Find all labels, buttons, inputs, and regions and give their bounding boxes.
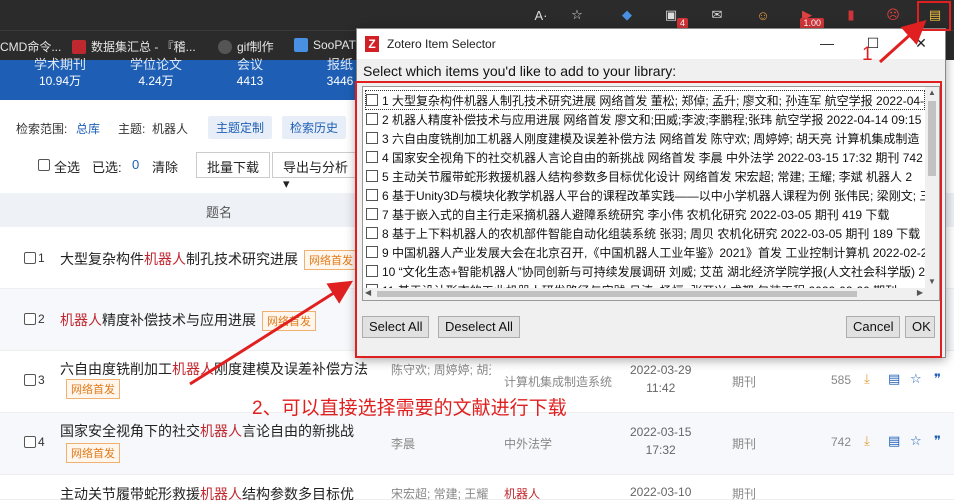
- annotation-box-extension: [917, 1, 951, 31]
- select-all-checkbox[interactable]: [38, 159, 50, 171]
- monkey-extension-icon[interactable]: ☺: [752, 4, 774, 26]
- downloads-cell: 742: [831, 435, 852, 449]
- scope-range[interactable]: 总库: [76, 120, 100, 137]
- favorite-icon[interactable]: ☆: [566, 4, 588, 26]
- zotero-logo-icon: Z: [365, 36, 379, 52]
- bookmark-datasets[interactable]: 数据集汇总 - 『稽...: [72, 38, 196, 55]
- row-index: 3: [38, 373, 45, 387]
- search-scope: 检索范围: 总库 主题: 机器人 主题定制 检索历史: [0, 112, 360, 140]
- favorite-add-icon[interactable]: ☆: [910, 433, 922, 449]
- topic-value: 机器人: [152, 122, 189, 136]
- html-read-icon[interactable]: ▤: [888, 433, 900, 449]
- type-cell: 期刊: [732, 487, 757, 501]
- table-row: 4 国家安全视角下的社交机器人言论自由的新挑战 网络首发 李晨 中外法学 202…: [0, 413, 954, 475]
- favorite-add-icon[interactable]: ☆: [910, 371, 922, 387]
- database-stats-bar: 学术期刊 10.94万 学位论文 4.24万 会议 4413 报纸 3446: [0, 58, 360, 100]
- results-toolbar: 全选 已选: 0 清除 批量下载 导出与分析 ▾: [0, 148, 360, 191]
- table-row: 主动关节履带蛇形救援机器人结构参数多目标优 宋宏超; 常建; 王耀 机器人 20…: [0, 475, 954, 502]
- export-analysis-button[interactable]: 导出与分析 ▾: [272, 152, 360, 191]
- annotation-step2: 2、可以直接选择需要的文献进行下载: [252, 398, 567, 419]
- type-cell: 期刊: [732, 437, 757, 451]
- result-title[interactable]: 主动关节履带蛇形救援机器人结构参数多目标优: [60, 484, 354, 504]
- clear-button[interactable]: 清除: [152, 157, 178, 176]
- minimize-icon[interactable]: —: [817, 33, 837, 53]
- cite-icon[interactable]: ❞: [934, 371, 941, 387]
- source-cell[interactable]: 机器人: [504, 485, 540, 502]
- camera-extension-icon[interactable]: ▣ 4: [660, 4, 688, 29]
- row-index: 4: [38, 435, 45, 449]
- source-cell[interactable]: 计算机集成制造系统: [504, 373, 612, 390]
- online-first-tag: 网络首发: [304, 250, 358, 270]
- online-first-tag: 网络首发: [262, 311, 316, 331]
- annotation-step1: 1: [862, 44, 873, 65]
- row-checkbox[interactable]: [24, 436, 36, 448]
- date-cell: 2022-03-10: [630, 485, 692, 499]
- media-extension-icon[interactable]: ▶ 1.00: [796, 4, 824, 29]
- topic-label: 主题:: [118, 122, 146, 136]
- row-checkbox[interactable]: [24, 374, 36, 386]
- selected-label: 已选:: [92, 160, 122, 175]
- online-first-tag: 网络首发: [66, 379, 120, 399]
- gif-icon: [218, 39, 232, 54]
- bookmark-gif[interactable]: gif制作: [218, 38, 274, 55]
- result-title[interactable]: 机器人精度补偿技术与应用进展 网络首发: [60, 310, 316, 331]
- soopat-icon: [294, 38, 308, 52]
- dialog-title: Zotero Item Selector: [387, 37, 496, 51]
- dialog-prompt: Select which items you'd like to add to …: [363, 63, 677, 79]
- html-read-icon[interactable]: ▤: [888, 371, 900, 387]
- scope-label: 检索范围:: [16, 122, 68, 136]
- authors-cell[interactable]: 陈守欢; 周婷婷; 胡天亮: [391, 361, 491, 378]
- type-cell: 期刊: [732, 375, 757, 389]
- row-checkbox[interactable]: [24, 313, 36, 325]
- select-all-label: 全选: [54, 160, 81, 175]
- authors-cell[interactable]: 宋宏超; 常建; 王耀: [391, 485, 488, 502]
- datasets-icon: [72, 39, 86, 54]
- row-index: 2: [38, 312, 45, 326]
- face-extension-icon[interactable]: ☹: [882, 4, 904, 26]
- close-icon[interactable]: ✕: [911, 33, 931, 53]
- mail-extension-icon[interactable]: ✉: [706, 4, 728, 26]
- online-first-tag: 网络首发: [66, 443, 120, 463]
- stat-journals[interactable]: 学术期刊 10.94万: [20, 58, 100, 90]
- authors-cell[interactable]: 李晨: [391, 435, 415, 452]
- result-title[interactable]: 国家安全视角下的社交机器人言论自由的新挑战: [60, 421, 354, 441]
- bulk-download-button[interactable]: 批量下载: [196, 152, 271, 178]
- browser-extension-bar: A· ☆ ◆ ▣ 4 ✉ ☺ ▶ 1.00 ▮ ☹ ▤: [0, 0, 954, 30]
- search-history-button[interactable]: 检索历史: [282, 116, 347, 139]
- row-index: 1: [38, 251, 45, 265]
- title-column-header[interactable]: 题名: [206, 202, 232, 221]
- shield-extension-icon[interactable]: ◆: [616, 4, 638, 26]
- stat-conferences[interactable]: 会议 4413: [210, 58, 290, 90]
- cite-icon[interactable]: ❞: [934, 433, 941, 449]
- read-aloud-icon[interactable]: A·: [530, 4, 552, 26]
- row-checkbox[interactable]: [24, 252, 36, 264]
- source-cell[interactable]: 中外法学: [504, 435, 552, 452]
- downloads-cell: 585: [831, 373, 852, 387]
- selected-count: 0: [132, 157, 140, 172]
- bookmark-soopat[interactable]: SooPAT: [294, 38, 356, 52]
- result-title[interactable]: 六自由度铣削加工机器人刚度建模及误差补偿方法: [60, 359, 368, 379]
- bookmark-extension-icon[interactable]: ▮: [840, 4, 862, 26]
- download-icon[interactable]: ⤓: [864, 371, 870, 387]
- date-cell: 2022-03-15 17:32: [630, 425, 692, 457]
- dialog-title-bar[interactable]: Z Zotero Item Selector — ☐ ✕: [357, 29, 945, 59]
- download-icon[interactable]: ⤓: [864, 433, 870, 449]
- stat-theses[interactable]: 学位论文 4.24万: [116, 58, 196, 90]
- annotation-box-list: [355, 81, 942, 358]
- result-title[interactable]: 大型复杂构件机器人制孔技术研究进展 网络首发: [60, 249, 358, 270]
- date-cell: 2022-03-29 11:42: [630, 363, 692, 395]
- topic-custom-button[interactable]: 主题定制: [208, 116, 273, 139]
- bookmark-cmd[interactable]: CMD命令...: [0, 38, 61, 55]
